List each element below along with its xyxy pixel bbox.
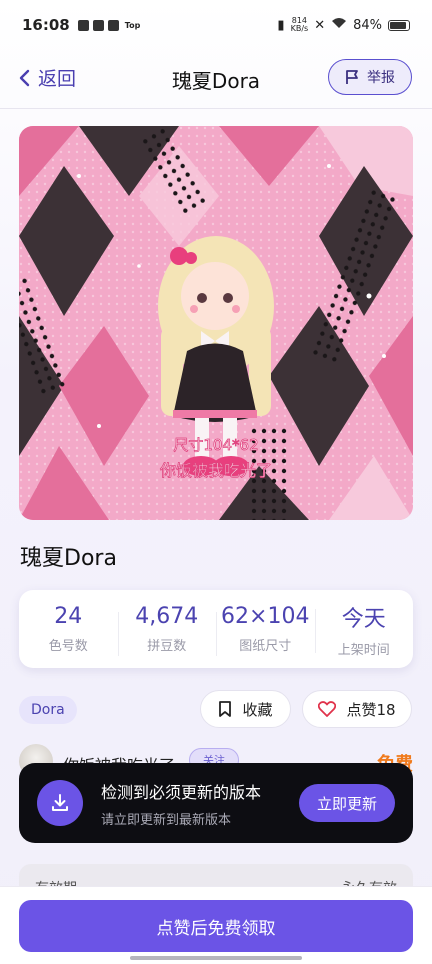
update-now-button[interactable]: 立即更新 (299, 784, 395, 822)
stat-label: 图纸尺寸 (239, 639, 292, 654)
bookmark-icon (219, 701, 232, 717)
battery-percent: 84% (353, 17, 382, 33)
home-indicator[interactable] (130, 956, 302, 960)
wifi-icon (331, 17, 347, 33)
heart-icon (318, 701, 337, 717)
back-button[interactable]: 返回 (18, 64, 76, 91)
net-speed-unit: KB/s (290, 24, 309, 33)
status-time: 16:08 (22, 16, 70, 34)
download-icon (37, 780, 83, 826)
chevron-left-icon (19, 69, 30, 86)
storage-icon (92, 19, 104, 31)
stat-pattern-size: 62×104 图纸尺寸 (216, 604, 315, 656)
bottom-bar: 点赞后免费领取 (0, 886, 432, 964)
like-button[interactable]: 点赞18 (302, 690, 412, 728)
like-label: 点赞18 (346, 700, 396, 719)
stat-listed-time: 今天 上架时间 (314, 601, 414, 658)
stat-label: 拼豆数 (147, 639, 187, 654)
claim-button[interactable]: 点赞后免费领取 (19, 900, 413, 952)
message-icon (77, 19, 89, 31)
status-bar: 16:08 Top ▮ 814 KB/s ✕ 84% (0, 0, 432, 50)
toast-text: 检测到必须更新的版本 请立即更新到最新版本 (101, 779, 299, 828)
stat-value: 4,674 (135, 604, 199, 629)
artwork-caption-2: 你饭被我吃光了 (160, 461, 272, 480)
status-right: ▮ 814 KB/s ✕ 84% (277, 17, 410, 33)
stat-value: 24 (54, 604, 83, 629)
item-title: 瑰夏Dora (20, 546, 117, 571)
stat-bead-count: 4,674 拼豆数 (117, 604, 217, 656)
artwork-caption-1: 尺寸104*62 (173, 436, 258, 454)
stat-label: 上架时间 (337, 642, 390, 658)
stat-label: 色号数 (48, 639, 88, 654)
flag-icon (346, 70, 358, 84)
collect-button[interactable]: 收藏 (200, 690, 291, 728)
vibrate-icon: ▮ (277, 17, 285, 33)
play-icon (107, 19, 119, 31)
sim-icon: ✕ (314, 17, 326, 33)
collect-label: 收藏 (242, 700, 273, 719)
header-divider (0, 108, 432, 109)
net-speed: 814 KB/s (291, 17, 309, 33)
toast-subtitle: 请立即更新到最新版本 (101, 812, 232, 828)
header: 返回 瑰夏Dora 举报 (0, 50, 432, 108)
back-label: 返回 (38, 68, 77, 90)
stat-value: 今天 (341, 606, 386, 632)
stats-card: 24 色号数 4,674 拼豆数 62×104 图纸尺寸 今天 上架时间 (19, 590, 413, 668)
report-button[interactable]: 举报 (328, 59, 412, 95)
report-label: 举报 (367, 70, 395, 86)
app-badge: Top (124, 20, 141, 30)
battery-icon (388, 19, 410, 31)
toast-title: 检测到必须更新的版本 (101, 782, 262, 802)
update-toast: 检测到必须更新的版本 请立即更新到最新版本 立即更新 (19, 763, 413, 843)
stat-color-count: 24 色号数 (19, 604, 118, 654)
tag-chip[interactable]: Dora (19, 696, 77, 724)
artwork-image[interactable]: 尺寸104*62 你饭被我吃光了 (19, 126, 413, 520)
page-title: 瑰夏Dora (171, 68, 261, 93)
stat-value: 62×104 (221, 604, 310, 629)
